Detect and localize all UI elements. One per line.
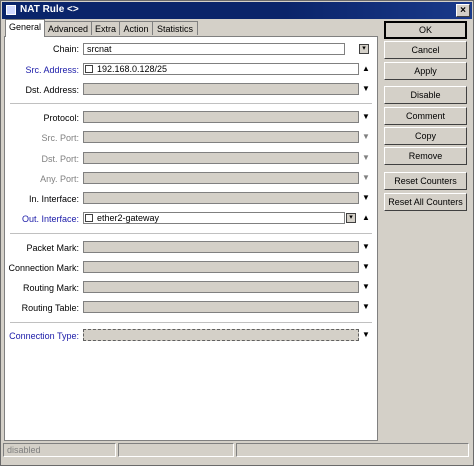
any-port-field <box>83 172 359 184</box>
out-interface-value: ether2-gateway <box>97 213 160 223</box>
protocol-field[interactable] <box>83 111 359 123</box>
disable-button[interactable]: Disable <box>384 86 467 104</box>
src-address-label: Src. Address: <box>25 65 79 75</box>
src-port-field <box>83 131 359 143</box>
chain-field[interactable]: srcnat <box>83 43 345 55</box>
general-panel: Chain: srcnat ▾ Src. Address: 192.168.0.… <box>4 36 378 441</box>
tab-advanced[interactable]: Advanced <box>44 21 92 35</box>
connection-mark-expand-icon[interactable]: ▼ <box>361 262 371 272</box>
connection-mark-label: Connection Mark: <box>8 263 79 273</box>
chain-dropdown-icon[interactable]: ▾ <box>359 44 369 54</box>
tab-extra[interactable]: Extra <box>91 21 120 35</box>
ok-button[interactable]: OK <box>384 21 467 39</box>
protocol-label: Protocol: <box>43 113 79 123</box>
tab-general[interactable]: General <box>5 19 45 37</box>
src-address-value: 192.168.0.128/25 <box>97 64 168 74</box>
dst-address-field[interactable] <box>83 83 359 95</box>
protocol-expand-icon[interactable]: ▼ <box>361 112 371 122</box>
routing-mark-expand-icon[interactable]: ▼ <box>361 282 371 292</box>
cancel-button[interactable]: Cancel <box>384 41 467 59</box>
connection-mark-field[interactable] <box>83 261 359 273</box>
separator <box>10 103 372 104</box>
src-address-negate-checkbox[interactable] <box>85 65 93 73</box>
in-interface-label: In. Interface: <box>28 194 79 204</box>
routing-mark-label: Routing Mark: <box>22 283 79 293</box>
src-port-expand-icon: ▼ <box>362 132 370 141</box>
any-port-label: Any. Port: <box>40 174 79 184</box>
apply-button[interactable]: Apply <box>384 62 467 80</box>
any-port-expand-icon: ▼ <box>362 173 370 182</box>
tab-statistics[interactable]: Statistics <box>152 21 198 35</box>
in-interface-field[interactable] <box>83 192 359 204</box>
in-interface-expand-icon[interactable]: ▼ <box>361 193 371 203</box>
separator <box>10 322 372 323</box>
packet-mark-expand-icon[interactable]: ▼ <box>361 242 371 252</box>
window-icon <box>6 5 16 15</box>
reset-all-counters-button[interactable]: Reset All Counters <box>384 193 467 211</box>
tab-action[interactable]: Action <box>119 21 153 35</box>
connection-type-expand-icon[interactable]: ▼ <box>361 330 371 340</box>
dst-port-expand-icon: ▼ <box>362 153 370 162</box>
nat-rule-window: NAT Rule <> × General Advanced Extra Act… <box>0 0 474 466</box>
reset-counters-button[interactable]: Reset Counters <box>384 172 467 190</box>
dst-port-field <box>83 152 359 164</box>
out-interface-field[interactable]: ether2-gateway <box>83 212 345 224</box>
status-cell-2 <box>118 443 234 457</box>
out-interface-dropdown-icon[interactable]: ▾ <box>346 213 356 223</box>
src-port-label: Src. Port: <box>41 133 79 143</box>
dst-address-label: Dst. Address: <box>25 85 79 95</box>
status-cell-3 <box>236 443 469 457</box>
chain-value: srcnat <box>87 44 112 54</box>
close-button[interactable]: × <box>456 4 470 17</box>
connection-type-field[interactable] <box>83 329 359 341</box>
out-interface-collapse-icon[interactable]: ▲ <box>361 213 371 223</box>
out-interface-negate-checkbox[interactable] <box>85 214 93 222</box>
dst-address-expand-icon[interactable]: ▼ <box>361 84 371 94</box>
src-address-collapse-icon[interactable]: ▲ <box>361 64 371 74</box>
routing-table-label: Routing Table: <box>21 303 79 313</box>
copy-button[interactable]: Copy <box>384 127 467 145</box>
routing-table-expand-icon[interactable]: ▼ <box>361 302 371 312</box>
chain-label: Chain: <box>52 44 79 54</box>
dst-port-label: Dst. Port: <box>41 154 79 164</box>
out-interface-label: Out. Interface: <box>21 214 79 224</box>
src-address-field[interactable]: 192.168.0.128/25 <box>83 63 359 75</box>
routing-mark-field[interactable] <box>83 281 359 293</box>
packet-mark-label: Packet Mark: <box>26 243 79 253</box>
window-title: NAT Rule <> <box>20 4 79 15</box>
status-text: disabled <box>3 443 116 457</box>
routing-table-field[interactable] <box>83 301 359 313</box>
comment-button[interactable]: Comment <box>384 107 467 125</box>
connection-type-label: Connection Type: <box>9 331 79 341</box>
remove-button[interactable]: Remove <box>384 147 467 165</box>
separator <box>10 233 372 234</box>
status-bar: disabled <box>3 443 471 459</box>
title-bar[interactable]: NAT Rule <> × <box>2 2 472 19</box>
packet-mark-field[interactable] <box>83 241 359 253</box>
